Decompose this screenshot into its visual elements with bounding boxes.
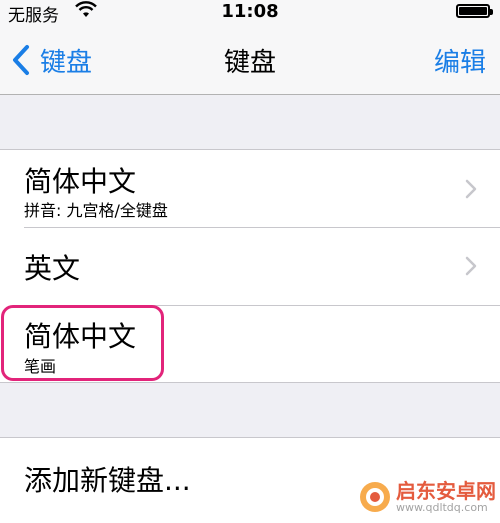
status-bar: 无服务 11:08	[0, 0, 500, 26]
add-keyboard-label: 添加新键盘...	[24, 464, 191, 497]
chevron-right-icon	[465, 179, 477, 199]
keyboard-item-simplified-chinese-pinyin[interactable]: 简体中文 拼音: 九宫格/全键盘	[0, 150, 500, 227]
battery-icon	[456, 4, 493, 18]
keyboard-item-title: 简体中文	[24, 165, 137, 198]
keyboard-item-english[interactable]: 英文	[0, 227, 500, 305]
watermark-url: www.qdltdq.com	[396, 501, 488, 514]
watermark: 启东安卓网 www.qdltdq.com	[358, 480, 496, 514]
page-title: 键盘	[223, 48, 276, 78]
keyboard-item-subtitle: 拼音: 九宫格/全键盘	[24, 201, 168, 220]
navigation-bar: 键盘 键盘 编辑	[0, 24, 500, 95]
watermark-brand: 启东安卓网	[396, 479, 496, 503]
watermark-logo-icon	[360, 482, 390, 512]
chevron-right-icon	[465, 256, 477, 276]
keyboard-item-title: 英文	[24, 252, 81, 285]
highlight-box	[1, 305, 164, 381]
edit-button[interactable]: 编辑	[434, 42, 486, 79]
clock: 11:08	[221, 1, 279, 22]
